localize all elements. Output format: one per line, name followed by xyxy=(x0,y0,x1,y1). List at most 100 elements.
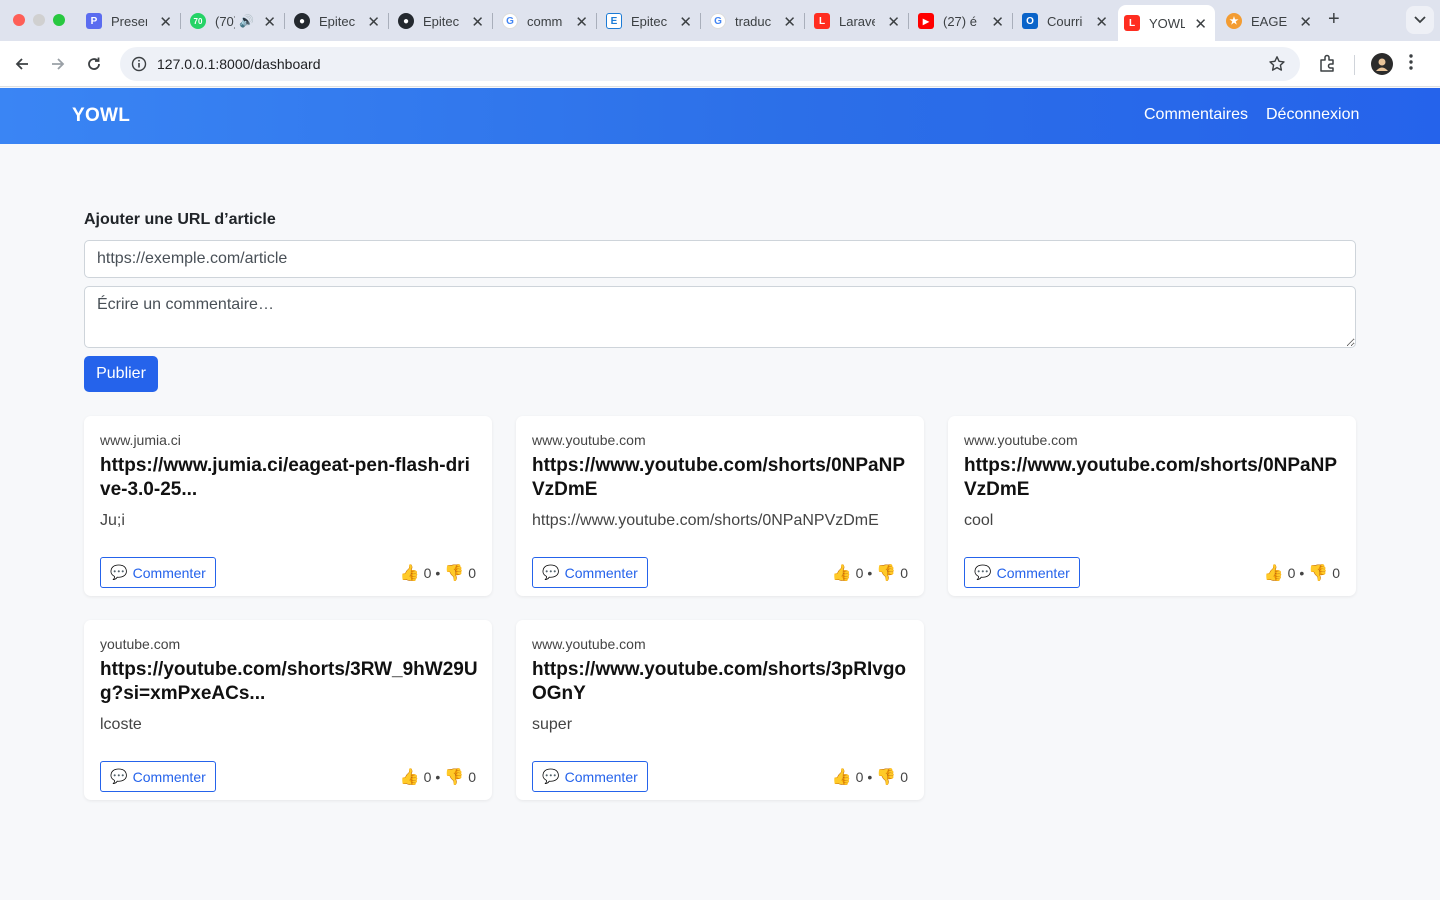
vote-separator: • xyxy=(1299,565,1305,581)
comment-button[interactable]: 💬 Commenter xyxy=(532,557,648,588)
post-comment: https://www.youtube.com/shorts/0NPaNPVzD… xyxy=(532,512,879,529)
comment-button[interactable]: 💬 Commenter xyxy=(532,761,648,792)
tab-close-icon[interactable]: ✕ xyxy=(263,13,276,31)
publish-button[interactable]: Publier xyxy=(84,356,158,392)
browser-tab-5[interactable]: G comment ✕ xyxy=(496,7,596,35)
tab-close-icon[interactable]: ✕ xyxy=(471,13,484,31)
thumbs-down-icon[interactable]: 👎 xyxy=(876,767,896,787)
close-window-button[interactable] xyxy=(13,14,25,26)
new-tab-plus-icon[interactable]: + xyxy=(1328,8,1340,31)
profile-avatar-icon[interactable] xyxy=(1371,53,1393,75)
browser-tab-4[interactable]: ● Epitech ✕ xyxy=(392,7,492,35)
comment-button[interactable]: 💬 Commenter xyxy=(100,557,216,588)
post-comment: lcoste xyxy=(100,716,142,733)
thumbs-up-icon[interactable]: 👍 xyxy=(400,563,420,583)
browser-tab-7[interactable]: G traduction ✕ xyxy=(704,7,804,35)
comment-button[interactable]: 💬 Commenter xyxy=(964,557,1080,588)
browser-tab-3[interactable]: ● Epitech ✕ xyxy=(288,7,388,35)
browser-tab-10[interactable]: O Courrier ✕ xyxy=(1016,7,1116,35)
vote-counter: 👍 0 • 👎 0 xyxy=(400,767,476,787)
speaker-icon[interactable]: 🔊 xyxy=(239,14,254,28)
star-favicon-icon: ★ xyxy=(1226,13,1242,29)
dislike-count: 0 xyxy=(900,565,908,581)
post-comment: super xyxy=(532,716,573,733)
tab-close-icon[interactable]: ✕ xyxy=(1299,13,1312,31)
tab-search-chevron-icon[interactable] xyxy=(1406,6,1434,34)
google-favicon-icon: G xyxy=(502,13,518,29)
maximize-window-button[interactable] xyxy=(53,14,65,26)
tab-close-icon[interactable]: ✕ xyxy=(887,13,900,31)
browser-tab-active[interactable]: L YOWL ✕ xyxy=(1118,5,1215,41)
google-favicon-icon: G xyxy=(710,13,726,29)
browser-tab-1[interactable]: P Presentation ✕ xyxy=(80,7,180,35)
tab-label: comment xyxy=(527,13,563,29)
youtube-favicon-icon: ▶ xyxy=(918,13,934,29)
browser-tab-12[interactable]: ★ EAGET ✕ xyxy=(1220,7,1320,35)
address-bar[interactable]: 127.0.0.1:8000/dashboard xyxy=(120,47,1300,81)
nav-link-comments[interactable]: Commentaires xyxy=(1144,106,1248,124)
comment-textarea[interactable] xyxy=(84,286,1356,348)
browser-tabstrip: P Presentation ✕ 70 (70) 🔊 ✕ ● Epitech ✕… xyxy=(0,0,1440,41)
comment-button[interactable]: 💬 Commenter xyxy=(100,761,216,792)
dislike-count: 0 xyxy=(900,769,908,785)
post-card: www.youtube.com https://www.youtube.com/… xyxy=(516,416,924,596)
post-domain: youtube.com xyxy=(100,636,181,652)
tab-label: (70) xyxy=(215,13,235,29)
post-title-link[interactable]: https://youtube.com/shorts/3RW_9hW29Ug?s… xyxy=(100,658,480,706)
browser-menu-kebab-icon[interactable] xyxy=(1409,53,1413,76)
thumbs-down-icon[interactable]: 👎 xyxy=(444,563,464,583)
minimize-window-button[interactable] xyxy=(33,14,45,26)
post-title-link[interactable]: https://www.youtube.com/shorts/0NPaNPVzD… xyxy=(964,454,1344,502)
tab-close-icon[interactable]: ✕ xyxy=(783,13,796,31)
thumbs-up-icon[interactable]: 👍 xyxy=(832,563,852,583)
browser-tab-9[interactable]: ▶ (27) é ✕ xyxy=(912,7,1012,35)
comment-button-label: Commenter xyxy=(564,564,638,581)
add-article-label: Ajouter une URL d’article xyxy=(84,211,276,228)
tab-close-icon[interactable]: ✕ xyxy=(367,13,380,31)
laravel-favicon-icon: L xyxy=(814,13,830,29)
address-url: 127.0.0.1:8000/dashboard xyxy=(157,56,321,72)
extensions-puzzle-icon[interactable] xyxy=(1318,53,1338,78)
post-comment: Ju;i xyxy=(100,512,125,529)
speech-bubble-icon: 💬 xyxy=(542,564,560,580)
bookmark-star-icon[interactable] xyxy=(1268,55,1286,78)
outlook-favicon-icon: O xyxy=(1022,13,1038,29)
back-arrow-icon[interactable] xyxy=(10,52,34,76)
browser-tab-2[interactable]: 70 (70) 🔊 ✕ xyxy=(184,7,284,35)
brand-logo[interactable]: YOWL xyxy=(72,105,130,127)
thumbs-down-icon[interactable]: 👎 xyxy=(444,767,464,787)
tab-close-icon[interactable]: ✕ xyxy=(1095,13,1108,31)
vote-counter: 👍 0 • 👎 0 xyxy=(400,563,476,583)
site-info-icon[interactable] xyxy=(131,56,147,77)
tab-close-icon[interactable]: ✕ xyxy=(575,13,588,31)
comment-button-label: Commenter xyxy=(996,564,1070,581)
reload-icon[interactable] xyxy=(82,52,106,76)
post-domain: www.youtube.com xyxy=(532,432,646,448)
thumbs-up-icon[interactable]: 👍 xyxy=(832,767,852,787)
browser-tab-8[interactable]: L Laravel ✕ xyxy=(808,7,908,35)
article-url-input[interactable] xyxy=(84,240,1356,278)
comment-button-label: Commenter xyxy=(132,768,206,785)
tab-label: Laravel xyxy=(839,13,875,29)
tab-close-icon[interactable]: ✕ xyxy=(679,13,692,31)
nav-link-logout[interactable]: Déconnexion xyxy=(1266,106,1359,124)
post-title-link[interactable]: https://www.jumia.ci/eageat-pen-flash-dr… xyxy=(100,454,480,502)
tab-close-icon[interactable]: ✕ xyxy=(991,13,1004,31)
dislike-count: 0 xyxy=(468,769,476,785)
post-title-link[interactable]: https://www.youtube.com/shorts/3pRIvgoOG… xyxy=(532,658,912,706)
tab-label: Epitech xyxy=(423,13,459,29)
thumbs-up-icon[interactable]: 👍 xyxy=(1264,563,1284,583)
forward-arrow-icon[interactable] xyxy=(46,52,70,76)
thumbs-up-icon[interactable]: 👍 xyxy=(400,767,420,787)
tab-close-icon[interactable]: ✕ xyxy=(159,13,172,31)
tab-close-icon[interactable]: ✕ xyxy=(1194,15,1207,33)
post-domain: www.youtube.com xyxy=(532,636,646,652)
speech-bubble-icon: 💬 xyxy=(110,768,128,784)
post-title-link[interactable]: https://www.youtube.com/shorts/0NPaNPVzD… xyxy=(532,454,912,502)
browser-tab-6[interactable]: E Epitech ✕ xyxy=(600,7,700,35)
comment-button-label: Commenter xyxy=(132,564,206,581)
thumbs-down-icon[interactable]: 👎 xyxy=(876,563,896,583)
thumbs-down-icon[interactable]: 👎 xyxy=(1308,563,1328,583)
tab-label: Epitech xyxy=(319,13,355,29)
like-count: 0 xyxy=(855,565,864,581)
